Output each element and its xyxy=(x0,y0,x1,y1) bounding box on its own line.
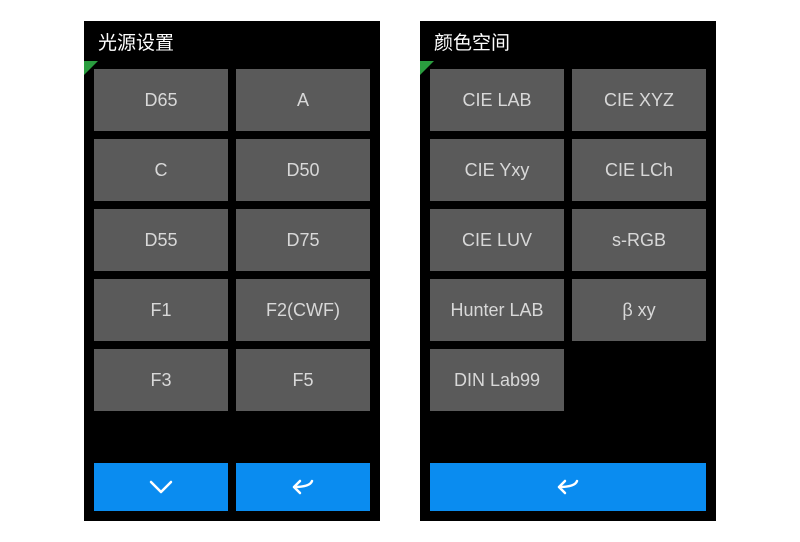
empty-cell xyxy=(572,349,706,411)
option-s-rgb[interactable]: s-RGB xyxy=(572,209,706,271)
option-cie-yxy[interactable]: CIE Yxy xyxy=(430,139,564,201)
option-d55[interactable]: D55 xyxy=(94,209,228,271)
back-button[interactable] xyxy=(430,463,706,511)
panel-footer xyxy=(420,453,716,521)
panel-footer xyxy=(84,453,380,521)
panel-title: 颜色空间 xyxy=(420,21,716,61)
selection-indicator-icon xyxy=(84,61,98,75)
option-grid: CIE LAB CIE XYZ CIE Yxy CIE LCh CIE LUV … xyxy=(420,61,716,453)
option-d50[interactable]: D50 xyxy=(236,139,370,201)
option-a[interactable]: A xyxy=(236,69,370,131)
option-cie-luv[interactable]: CIE LUV xyxy=(430,209,564,271)
option-f2-cwf[interactable]: F2(CWF) xyxy=(236,279,370,341)
panel-title: 光源设置 xyxy=(84,21,380,61)
option-cie-lch[interactable]: CIE LCh xyxy=(572,139,706,201)
option-d75[interactable]: D75 xyxy=(236,209,370,271)
option-grid: D65 A C D50 D55 D75 F1 F2(CWF) F3 F5 xyxy=(84,61,380,453)
chevron-down-icon xyxy=(147,478,175,496)
back-button[interactable] xyxy=(236,463,370,511)
option-din-lab99[interactable]: DIN Lab99 xyxy=(430,349,564,411)
option-f5[interactable]: F5 xyxy=(236,349,370,411)
option-f1[interactable]: F1 xyxy=(94,279,228,341)
option-hunter-lab[interactable]: Hunter LAB xyxy=(430,279,564,341)
light-source-panel: 光源设置 D65 A C D50 D55 D75 F1 F2(CWF) F3 F… xyxy=(84,21,380,521)
back-arrow-icon xyxy=(288,477,318,497)
option-beta-xy[interactable]: β xy xyxy=(572,279,706,341)
option-cie-xyz[interactable]: CIE XYZ xyxy=(572,69,706,131)
back-arrow-icon xyxy=(553,477,583,497)
option-cie-lab[interactable]: CIE LAB xyxy=(430,69,564,131)
page-down-button[interactable] xyxy=(94,463,228,511)
selection-indicator-icon xyxy=(420,61,434,75)
option-c[interactable]: C xyxy=(94,139,228,201)
option-f3[interactable]: F3 xyxy=(94,349,228,411)
color-space-panel: 颜色空间 CIE LAB CIE XYZ CIE Yxy CIE LCh CIE… xyxy=(420,21,716,521)
option-d65[interactable]: D65 xyxy=(94,69,228,131)
